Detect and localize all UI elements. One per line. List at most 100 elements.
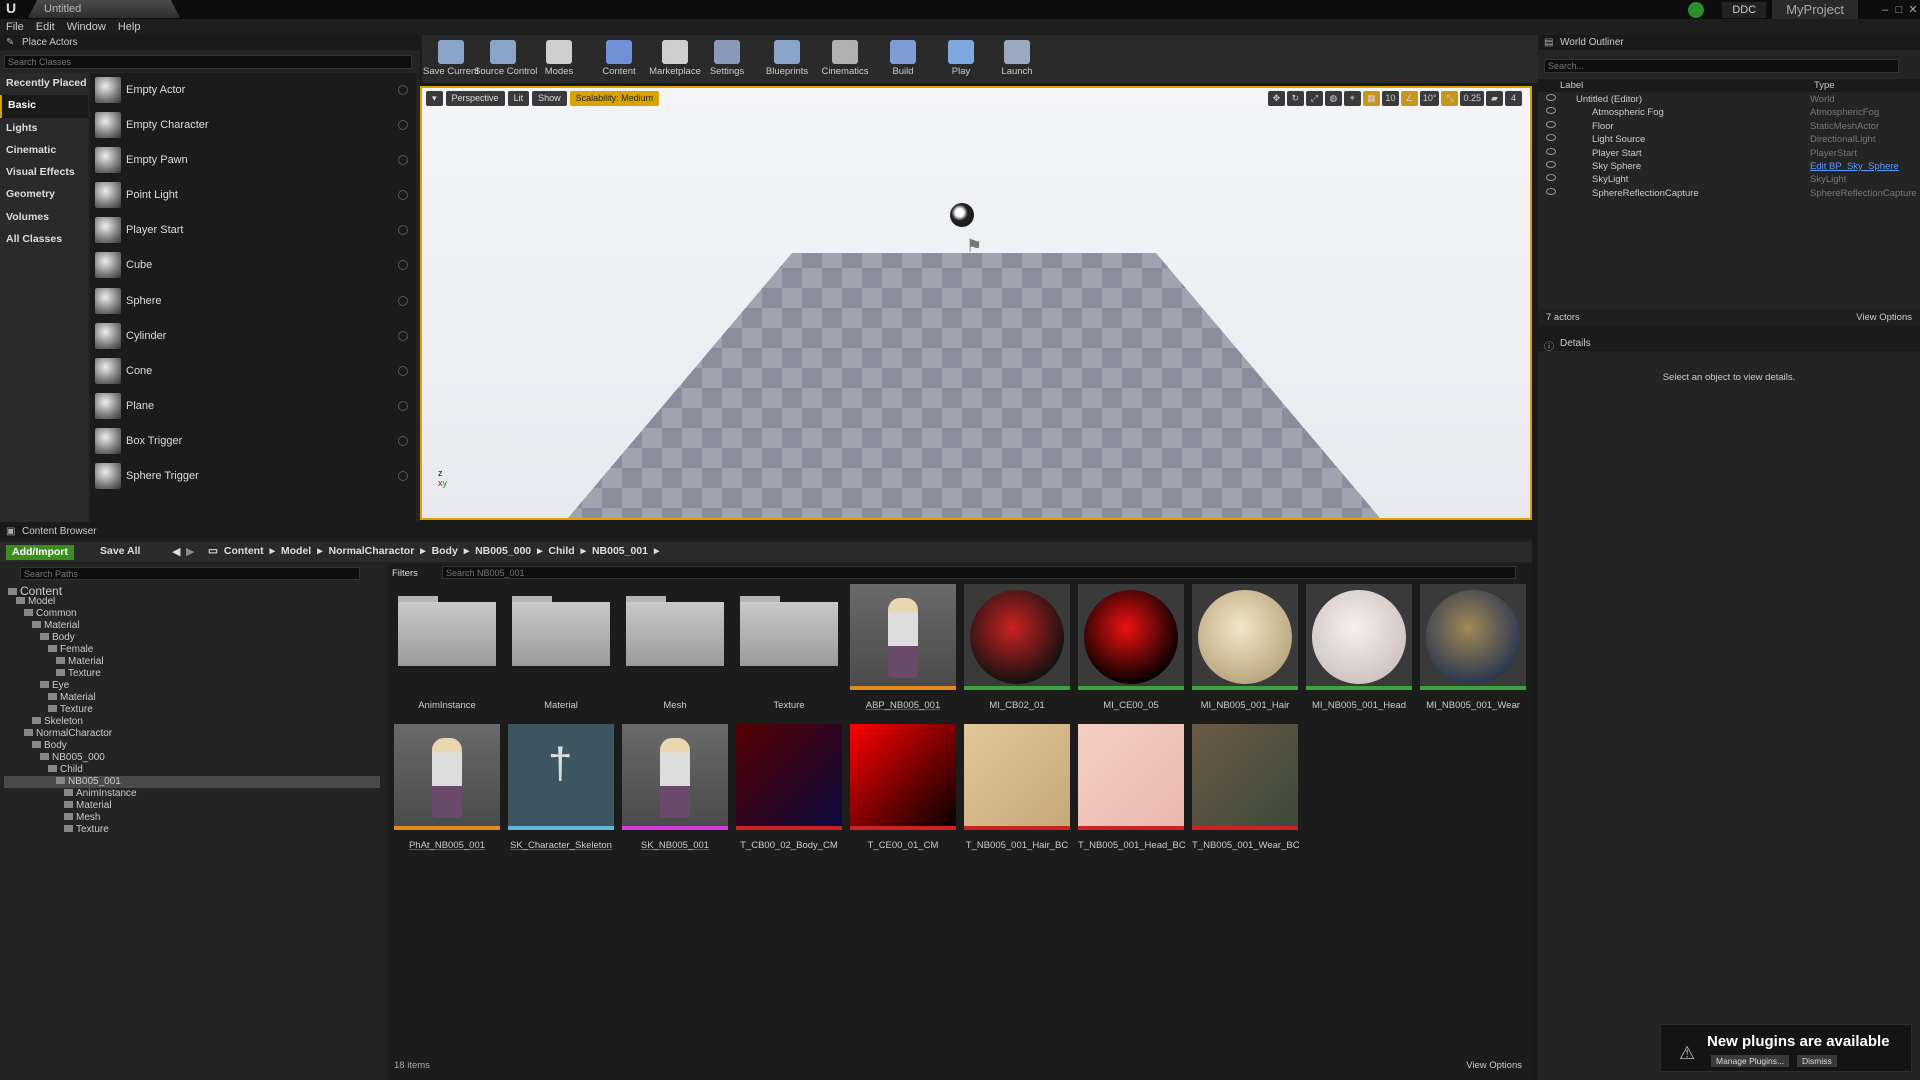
level-viewport[interactable]: ▾ Perspective Lit Show Scalability: Medi… [420, 86, 1532, 520]
asset-tile-mesh[interactable]: Mesh [622, 584, 728, 711]
actor-item-empty-pawn[interactable]: Empty Pawn [90, 143, 416, 179]
tree-item-nb005-000[interactable]: NB005_000 [40, 752, 105, 764]
scale-snap-icon[interactable]: ⤡ [1441, 91, 1459, 106]
actor-item-sphere-trigger[interactable]: Sphere Trigger [90, 459, 416, 495]
breadcrumb-model[interactable]: Model [281, 545, 311, 557]
outliner-row[interactable]: Sky Sphere Edit BP_Sky_Sphere [1538, 160, 1920, 173]
outliner-row[interactable]: Floor StaticMeshActor [1538, 120, 1920, 133]
info-icon[interactable] [398, 225, 408, 236]
visibility-eye-icon[interactable] [1546, 94, 1556, 101]
manage-plugins-button[interactable]: Manage Plugins... [1711, 1055, 1790, 1067]
asset-tile-sk-character-skeleton[interactable]: † SK_Character_Skeleton [508, 724, 614, 851]
chevron-right-icon[interactable]: ▸ [654, 545, 659, 557]
ddc-indicator[interactable]: DDC [1722, 1, 1767, 18]
category-cinematic[interactable]: Cinematic [0, 140, 88, 162]
tree-item-material[interactable]: Material [32, 620, 80, 632]
translate-icon[interactable]: ✥ [1267, 91, 1285, 106]
chevron-right-icon[interactable]: ▸ [270, 545, 275, 557]
player-start-icon[interactable]: ⚑ [966, 236, 984, 262]
asset-tile-mi-nb005-001-wear[interactable]: MI_NB005_001_Wear [1420, 584, 1526, 711]
asset-tile-mi-nb005-001-head[interactable]: MI_NB005_001_Head [1306, 584, 1412, 711]
grid-snap-icon[interactable]: ▦ [1362, 91, 1380, 106]
search-assets-input[interactable] [442, 566, 1516, 579]
actor-item-sphere[interactable]: Sphere [90, 284, 416, 319]
close-icon[interactable]: ✕ [1906, 3, 1920, 16]
camera-speed-icon[interactable]: ▰ [1486, 91, 1503, 106]
info-icon[interactable] [398, 435, 408, 446]
tree-item-material[interactable]: Material [56, 656, 104, 668]
world-icon[interactable]: ◍ [1324, 91, 1342, 106]
source-status-icon[interactable] [1688, 1, 1705, 18]
place-actors-tab[interactable]: ✎ Place Actors [0, 35, 420, 50]
info-icon[interactable] [398, 295, 408, 306]
window-title-tab[interactable]: Untitled [28, 0, 180, 18]
tree-item-content[interactable]: Content [8, 584, 62, 598]
launch-button[interactable]: Launch [988, 35, 1046, 83]
blueprints-button[interactable]: Blueprints [758, 35, 816, 83]
outliner-row[interactable]: Player Start PlayerStart [1538, 147, 1920, 160]
source-control-button[interactable]: Source Control [474, 35, 537, 83]
info-icon[interactable] [398, 330, 408, 341]
build-button[interactable]: Build [874, 35, 932, 83]
content-button[interactable]: Content [590, 35, 648, 83]
tree-item-animinstance[interactable]: AnimInstance [64, 788, 137, 800]
lit-button[interactable]: Lit [507, 91, 530, 106]
tree-item-texture[interactable]: Texture [64, 824, 109, 836]
details-tab[interactable]: ⓘ Details [1538, 336, 1920, 353]
world-outliner-tab[interactable]: ▤ World Outliner [1538, 35, 1920, 50]
info-icon[interactable] [398, 260, 408, 271]
asset-tile-t-nb005-001-wear-bc[interactable]: T_NB005_001_Wear_BC [1192, 724, 1300, 851]
chevron-right-icon[interactable]: ▸ [317, 545, 322, 557]
chevron-right-icon[interactable]: ▸ [537, 545, 542, 557]
tree-item-nb005-001[interactable]: NB005_001 [4, 776, 380, 788]
back-icon[interactable]: ◀ [172, 545, 180, 558]
category-volumes[interactable]: Volumes [0, 207, 88, 229]
info-icon[interactable] [398, 155, 408, 166]
modes-button[interactable]: Modes [530, 35, 588, 83]
play-button[interactable]: Play [932, 35, 990, 83]
asset-tile-t-nb005-001-hair-bc[interactable]: T_NB005_001_Hair_BC [964, 724, 1070, 851]
category-all-classes[interactable]: All Classes [0, 229, 88, 251]
maximize-icon[interactable]: □ [1892, 4, 1906, 16]
tree-item-body[interactable]: Body [40, 632, 75, 644]
outliner-view-options[interactable]: View Options [1856, 312, 1912, 323]
chevron-right-icon[interactable]: ▸ [464, 545, 469, 557]
chevron-right-icon[interactable]: ▸ [581, 545, 586, 557]
menu-file[interactable]: File [0, 19, 30, 35]
viewport-menu-button[interactable]: ▾ [426, 91, 443, 106]
info-icon[interactable] [398, 85, 408, 95]
rotate-icon[interactable]: ↻ [1286, 91, 1304, 106]
type-column-header[interactable]: Type [1814, 80, 1835, 91]
search-paths-input[interactable] [20, 567, 360, 580]
actor-item-box-trigger[interactable]: Box Trigger [90, 424, 416, 460]
outliner-row[interactable]: SkyLight SkyLight [1538, 173, 1920, 186]
breadcrumb-normalcharactor[interactable]: NormalCharactor [329, 545, 415, 557]
info-icon[interactable] [398, 400, 408, 411]
sky-sphere-icon[interactable] [950, 203, 974, 227]
tree-item-female[interactable]: Female [48, 644, 93, 656]
content-browser-tab[interactable]: ▣ Content Browser [0, 524, 1532, 539]
tree-item-skeleton[interactable]: Skeleton [32, 716, 83, 728]
actor-item-point-light[interactable]: Point Light [90, 178, 416, 214]
outliner-row[interactable]: Untitled (Editor) World [1538, 93, 1920, 106]
breadcrumb-nb005-000[interactable]: NB005_000 [475, 545, 531, 557]
asset-tile-mi-cb02-01[interactable]: MI_CB02_01 [964, 584, 1070, 711]
breadcrumb-child[interactable]: Child [548, 545, 574, 557]
settings-button[interactable]: Settings [698, 35, 756, 83]
asset-tile-mi-nb005-001-hair[interactable]: MI_NB005_001_Hair [1192, 584, 1298, 711]
visibility-eye-icon[interactable] [1546, 147, 1556, 155]
camera-speed[interactable]: 4 [1505, 91, 1522, 106]
tree-item-body[interactable]: Body [32, 740, 67, 752]
asset-tile-t-ce00-01-cm[interactable]: T_CE00_01_CM [850, 724, 956, 851]
info-icon[interactable] [398, 120, 408, 131]
category-visual-effects[interactable]: Visual Effects [0, 162, 88, 184]
tree-item-normalcharactor[interactable]: NormalCharactor [24, 728, 112, 740]
scale-icon[interactable]: ⤢ [1305, 91, 1323, 106]
category-recently-placed[interactable]: Recently Placed [0, 73, 88, 95]
outliner-row[interactable]: Light Source DirectionalLight [1538, 133, 1920, 146]
asset-tile-animinstance[interactable]: AnimInstance [394, 584, 500, 711]
scale-size[interactable]: 0.25 [1460, 91, 1484, 106]
category-geometry[interactable]: Geometry [0, 184, 88, 206]
tree-item-texture[interactable]: Texture [56, 668, 101, 680]
actor-item-player-start[interactable]: Player Start [90, 213, 416, 249]
